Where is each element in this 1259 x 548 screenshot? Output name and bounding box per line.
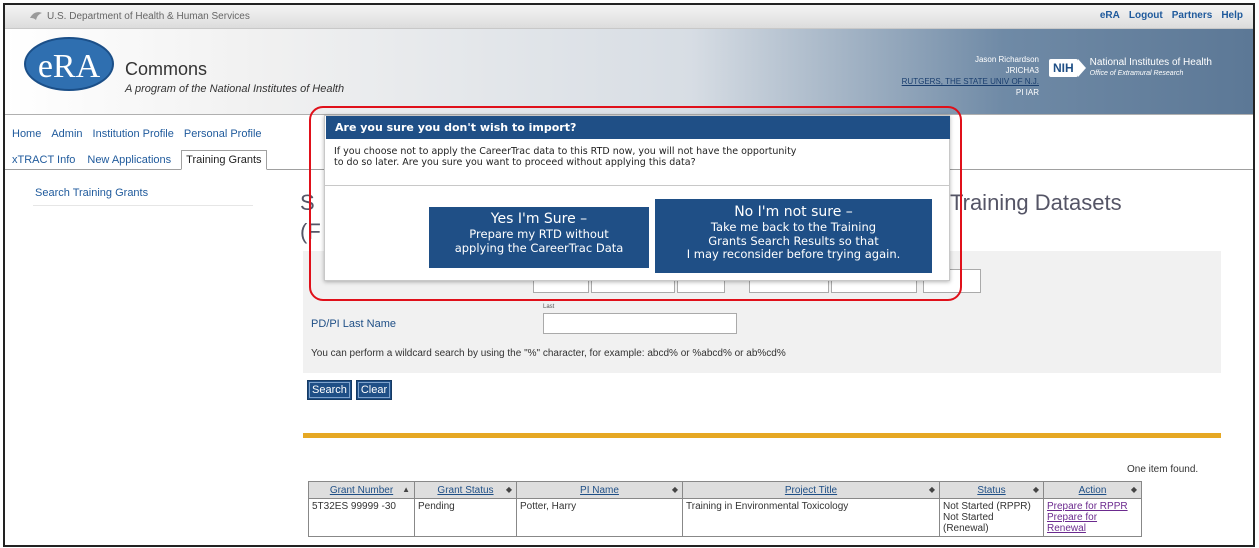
hhs-top-bar: U.S. Department of Health & Human Servic… [5,5,1253,29]
search-buttons: Search Clear [307,380,393,400]
app-header: eRA Commons A program of the National In… [5,29,1253,115]
col-action[interactable]: Action ◆ [1043,481,1142,499]
status-rppr: Not Started (RPPR) [943,501,1031,512]
era-logo-text: eRA [38,48,101,85]
sort-icon: ◆ [671,485,678,494]
sort-icon: ◆ [1130,485,1137,494]
sort-asc-icon: ▲ [402,485,410,494]
nih-text: National Institutes of Health Office of … [1090,57,1212,79]
col-project-title-label: Project Title [784,484,838,496]
no-not-sure-button[interactable]: No I'm not sure – Take me back to the Tr… [655,199,932,273]
dialog-message-line: If you choose not to apply the CareerTra… [334,146,797,157]
tab-new-applications[interactable]: New Applications [85,151,173,169]
section-divider [303,433,1221,438]
nih-badge: NIH [1049,59,1078,77]
tab-training-grants[interactable]: Training Grants [181,150,267,170]
cell-grant-status: Pending [414,498,517,537]
no-button-line: Grants Search Results so that [708,233,879,248]
confirm-dialog: Are you sure you don't wish to import? I… [324,115,950,281]
dialog-message-line: to do so later. Are you sure you want to… [334,157,696,168]
nav-admin[interactable]: Admin [51,128,82,140]
col-status[interactable]: Status ◆ [939,481,1044,499]
prepare-renewal-link[interactable]: Prepare for Renewal [1047,512,1138,534]
sidebar-item-search-training-grants[interactable]: Search Training Grants [35,187,148,199]
hhs-eagle-icon [30,12,42,20]
col-pi-name[interactable]: PI Name ◆ [516,481,683,499]
sort-icon: ◆ [928,485,935,494]
app-title: Commons [125,59,208,79]
dialog-message: If you choose not to apply the CareerTra… [334,146,944,168]
no-button-line: Take me back to the Training [710,220,877,234]
cell-grant-number: 5T32ES 99999 -30 [308,498,415,537]
results-table: Grant Number ▲ Grant Status ◆ PI Name ◆ Pro… [308,481,1142,537]
results-count: One item found. [1127,464,1199,475]
partners-link[interactable]: Partners [1172,10,1213,21]
left-sidebar: Search Training Grants [5,171,263,545]
app-subtitle: A program of the National Institutes of … [125,83,345,95]
col-grant-status-label: Grant Status [437,484,494,496]
logout-link[interactable]: Logout [1129,10,1163,21]
user-name: Jason Richardson [974,55,1039,64]
user-info: Jason Richardson JRICHA3 RUTGERS, THE ST… [863,54,1039,98]
pdpi-last-name-label: PD/PI Last Name [311,318,396,330]
nih-office: Office of Extramural Research [1089,70,1184,77]
top-links: eRA Logout Partners Help [1100,10,1243,21]
nav-personal-profile[interactable]: Personal Profile [184,128,262,140]
col-grant-number-label: Grant Number [329,484,394,496]
status-renewal: Not Started (Renewal) [943,512,994,534]
yes-button-line: Prepare my RTD without [469,227,609,241]
help-link[interactable]: Help [1221,10,1243,21]
nih-name: National Institutes of Health [1089,57,1212,68]
era-logo[interactable]: eRA [23,36,115,92]
sidebar-divider [33,205,253,206]
hhs-label: U.S. Department of Health & Human Servic… [47,10,250,22]
page-title-fragment: S [300,190,315,215]
cell-project-title: Training in Environmental Toxicology [682,498,940,537]
clear-button[interactable]: Clear [355,380,393,400]
col-status-label: Status [977,484,1006,496]
sort-icon: ◆ [505,485,512,494]
user-roles: PI IAR [1015,88,1039,97]
col-pi-name-label: PI Name [580,484,619,496]
col-action-label: Action [1078,484,1107,496]
user-id: JRICHA3 [1005,66,1039,75]
nih-arrow-icon [1077,59,1086,77]
browser-frame: U.S. Department of Health & Human Servic… [3,3,1255,547]
yes-im-sure-button[interactable]: Yes I'm Sure – Prepare my RTD without ap… [429,207,649,268]
table-row: 5T32ES 99999 -30 Pending Potter, Harry T… [308,498,1142,537]
nav-home[interactable]: Home [12,128,41,140]
cell-pi-name: Potter, Harry [516,498,683,537]
no-button-line: I may reconsider before trying again. [686,247,901,261]
col-grant-status[interactable]: Grant Status ◆ [414,481,517,499]
page-title-fragment-2: (F [300,219,321,244]
hhs-logo[interactable]: U.S. Department of Health & Human Servic… [29,10,250,22]
yes-button-heading: Yes I'm Sure – [490,211,588,227]
col-grant-number[interactable]: Grant Number ▲ [308,481,415,499]
table-header-row: Grant Number ▲ Grant Status ◆ PI Name ◆ Pro… [308,481,1142,499]
col-project-title[interactable]: Project Title ◆ [682,481,940,499]
prepare-rppr-link[interactable]: Prepare for RPPR [1047,501,1138,512]
tab-xtract-info[interactable]: xTRACT Info [10,151,77,169]
era-link[interactable]: eRA [1100,10,1120,21]
search-button[interactable]: Search [307,380,352,400]
sort-icon: ◆ [1032,485,1039,494]
dialog-divider [325,185,949,186]
no-button-heading: No I'm not sure – [734,204,853,220]
page-title: Training Datasets [950,190,1122,215]
pdpi-last-name-input[interactable] [543,313,737,334]
last-name-sublabel: Last [543,304,555,310]
user-org-link[interactable]: RUTGERS, THE STATE UNIV OF N.J. [863,76,1039,87]
yes-button-line: applying the CareerTrac Data [454,240,624,255]
nih-logo[interactable]: NIH National Institutes of Health Office… [1049,57,1212,79]
wildcard-hint: You can perform a wildcard search by usi… [311,348,786,359]
cell-status: Not Started (RPPR) Not Started (Renewal) [939,498,1044,537]
nav-institution-profile[interactable]: Institution Profile [93,128,174,140]
cell-action: Prepare for RPPR Prepare for Renewal [1043,498,1142,537]
dialog-title: Are you sure you don't wish to import? [326,116,950,139]
